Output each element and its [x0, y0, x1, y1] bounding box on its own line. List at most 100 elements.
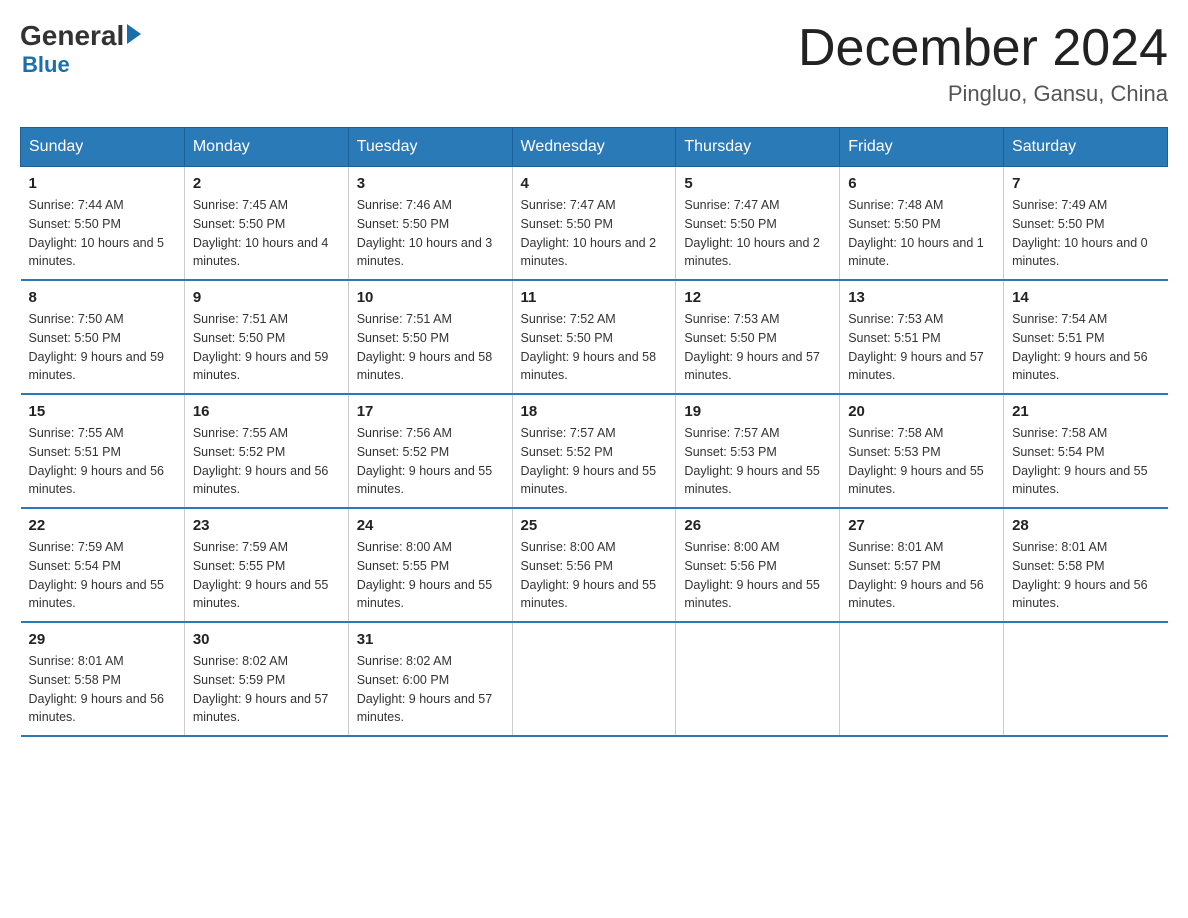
day-number: 2 [193, 175, 340, 192]
table-cell [840, 622, 1004, 736]
title-block: December 2024 Pingluo, Gansu, China [798, 20, 1168, 107]
day-number: 21 [1012, 403, 1159, 420]
header-sunday: Sunday [21, 128, 185, 167]
day-info: Sunrise: 7:53 AM Sunset: 5:51 PM Dayligh… [848, 310, 995, 385]
table-cell: 9 Sunrise: 7:51 AM Sunset: 5:50 PM Dayli… [184, 280, 348, 394]
day-number: 25 [521, 517, 668, 534]
day-number: 14 [1012, 289, 1159, 306]
table-cell: 27 Sunrise: 8:01 AM Sunset: 5:57 PM Dayl… [840, 508, 1004, 622]
day-number: 3 [357, 175, 504, 192]
day-info: Sunrise: 8:01 AM Sunset: 5:58 PM Dayligh… [29, 652, 176, 727]
table-cell: 17 Sunrise: 7:56 AM Sunset: 5:52 PM Dayl… [348, 394, 512, 508]
day-number: 29 [29, 631, 176, 648]
day-info: Sunrise: 7:58 AM Sunset: 5:53 PM Dayligh… [848, 424, 995, 499]
day-info: Sunrise: 7:48 AM Sunset: 5:50 PM Dayligh… [848, 196, 995, 271]
table-cell: 1 Sunrise: 7:44 AM Sunset: 5:50 PM Dayli… [21, 167, 185, 281]
day-info: Sunrise: 7:54 AM Sunset: 5:51 PM Dayligh… [1012, 310, 1159, 385]
day-number: 9 [193, 289, 340, 306]
day-info: Sunrise: 7:56 AM Sunset: 5:52 PM Dayligh… [357, 424, 504, 499]
day-number: 15 [29, 403, 176, 420]
day-number: 22 [29, 517, 176, 534]
month-title: December 2024 [798, 20, 1168, 77]
week-row-1: 1 Sunrise: 7:44 AM Sunset: 5:50 PM Dayli… [21, 167, 1168, 281]
logo-blue-text: Blue [22, 52, 70, 78]
day-number: 4 [521, 175, 668, 192]
table-cell: 19 Sunrise: 7:57 AM Sunset: 5:53 PM Dayl… [676, 394, 840, 508]
table-cell: 25 Sunrise: 8:00 AM Sunset: 5:56 PM Dayl… [512, 508, 676, 622]
table-cell: 8 Sunrise: 7:50 AM Sunset: 5:50 PM Dayli… [21, 280, 185, 394]
table-cell: 16 Sunrise: 7:55 AM Sunset: 5:52 PM Dayl… [184, 394, 348, 508]
table-cell: 21 Sunrise: 7:58 AM Sunset: 5:54 PM Dayl… [1004, 394, 1168, 508]
table-cell: 12 Sunrise: 7:53 AM Sunset: 5:50 PM Dayl… [676, 280, 840, 394]
header-tuesday: Tuesday [348, 128, 512, 167]
day-info: Sunrise: 8:01 AM Sunset: 5:57 PM Dayligh… [848, 538, 995, 613]
logo-arrow-icon [127, 24, 141, 44]
table-cell: 24 Sunrise: 8:00 AM Sunset: 5:55 PM Dayl… [348, 508, 512, 622]
table-cell: 4 Sunrise: 7:47 AM Sunset: 5:50 PM Dayli… [512, 167, 676, 281]
day-number: 26 [684, 517, 831, 534]
day-info: Sunrise: 7:58 AM Sunset: 5:54 PM Dayligh… [1012, 424, 1159, 499]
day-number: 16 [193, 403, 340, 420]
table-cell [676, 622, 840, 736]
day-number: 27 [848, 517, 995, 534]
day-number: 19 [684, 403, 831, 420]
table-cell: 26 Sunrise: 8:00 AM Sunset: 5:56 PM Dayl… [676, 508, 840, 622]
table-cell: 15 Sunrise: 7:55 AM Sunset: 5:51 PM Dayl… [21, 394, 185, 508]
table-cell: 3 Sunrise: 7:46 AM Sunset: 5:50 PM Dayli… [348, 167, 512, 281]
table-cell: 14 Sunrise: 7:54 AM Sunset: 5:51 PM Dayl… [1004, 280, 1168, 394]
day-info: Sunrise: 7:59 AM Sunset: 5:54 PM Dayligh… [29, 538, 176, 613]
day-number: 28 [1012, 517, 1159, 534]
week-row-4: 22 Sunrise: 7:59 AM Sunset: 5:54 PM Dayl… [21, 508, 1168, 622]
week-row-2: 8 Sunrise: 7:50 AM Sunset: 5:50 PM Dayli… [21, 280, 1168, 394]
day-info: Sunrise: 7:55 AM Sunset: 5:51 PM Dayligh… [29, 424, 176, 499]
day-info: Sunrise: 8:00 AM Sunset: 5:56 PM Dayligh… [521, 538, 668, 613]
day-number: 1 [29, 175, 176, 192]
day-number: 20 [848, 403, 995, 420]
day-number: 10 [357, 289, 504, 306]
table-cell: 31 Sunrise: 8:02 AM Sunset: 6:00 PM Dayl… [348, 622, 512, 736]
day-info: Sunrise: 7:47 AM Sunset: 5:50 PM Dayligh… [521, 196, 668, 271]
day-header-row: Sunday Monday Tuesday Wednesday Thursday… [21, 128, 1168, 167]
day-info: Sunrise: 8:00 AM Sunset: 5:55 PM Dayligh… [357, 538, 504, 613]
table-cell: 7 Sunrise: 7:49 AM Sunset: 5:50 PM Dayli… [1004, 167, 1168, 281]
table-cell [1004, 622, 1168, 736]
table-cell: 18 Sunrise: 7:57 AM Sunset: 5:52 PM Dayl… [512, 394, 676, 508]
day-number: 12 [684, 289, 831, 306]
header-wednesday: Wednesday [512, 128, 676, 167]
day-number: 17 [357, 403, 504, 420]
header-thursday: Thursday [676, 128, 840, 167]
table-cell: 11 Sunrise: 7:52 AM Sunset: 5:50 PM Dayl… [512, 280, 676, 394]
day-info: Sunrise: 7:52 AM Sunset: 5:50 PM Dayligh… [521, 310, 668, 385]
day-info: Sunrise: 7:49 AM Sunset: 5:50 PM Dayligh… [1012, 196, 1159, 271]
table-cell: 6 Sunrise: 7:48 AM Sunset: 5:50 PM Dayli… [840, 167, 1004, 281]
logo-general-text: General [20, 20, 124, 52]
table-cell: 5 Sunrise: 7:47 AM Sunset: 5:50 PM Dayli… [676, 167, 840, 281]
day-info: Sunrise: 7:53 AM Sunset: 5:50 PM Dayligh… [684, 310, 831, 385]
header-monday: Monday [184, 128, 348, 167]
week-row-3: 15 Sunrise: 7:55 AM Sunset: 5:51 PM Dayl… [21, 394, 1168, 508]
day-info: Sunrise: 8:01 AM Sunset: 5:58 PM Dayligh… [1012, 538, 1159, 613]
day-number: 24 [357, 517, 504, 534]
table-cell: 13 Sunrise: 7:53 AM Sunset: 5:51 PM Dayl… [840, 280, 1004, 394]
day-number: 23 [193, 517, 340, 534]
day-info: Sunrise: 7:46 AM Sunset: 5:50 PM Dayligh… [357, 196, 504, 271]
day-info: Sunrise: 7:44 AM Sunset: 5:50 PM Dayligh… [29, 196, 176, 271]
day-info: Sunrise: 7:47 AM Sunset: 5:50 PM Dayligh… [684, 196, 831, 271]
day-info: Sunrise: 7:57 AM Sunset: 5:52 PM Dayligh… [521, 424, 668, 499]
table-cell [512, 622, 676, 736]
day-number: 31 [357, 631, 504, 648]
day-number: 5 [684, 175, 831, 192]
day-info: Sunrise: 7:57 AM Sunset: 5:53 PM Dayligh… [684, 424, 831, 499]
day-info: Sunrise: 7:50 AM Sunset: 5:50 PM Dayligh… [29, 310, 176, 385]
location-subtitle: Pingluo, Gansu, China [798, 81, 1168, 107]
day-info: Sunrise: 7:59 AM Sunset: 5:55 PM Dayligh… [193, 538, 340, 613]
header-friday: Friday [840, 128, 1004, 167]
table-cell: 20 Sunrise: 7:58 AM Sunset: 5:53 PM Dayl… [840, 394, 1004, 508]
day-info: Sunrise: 8:02 AM Sunset: 6:00 PM Dayligh… [357, 652, 504, 727]
day-info: Sunrise: 7:51 AM Sunset: 5:50 PM Dayligh… [357, 310, 504, 385]
day-info: Sunrise: 8:02 AM Sunset: 5:59 PM Dayligh… [193, 652, 340, 727]
day-number: 30 [193, 631, 340, 648]
table-cell: 28 Sunrise: 8:01 AM Sunset: 5:58 PM Dayl… [1004, 508, 1168, 622]
day-number: 8 [29, 289, 176, 306]
table-cell: 23 Sunrise: 7:59 AM Sunset: 5:55 PM Dayl… [184, 508, 348, 622]
